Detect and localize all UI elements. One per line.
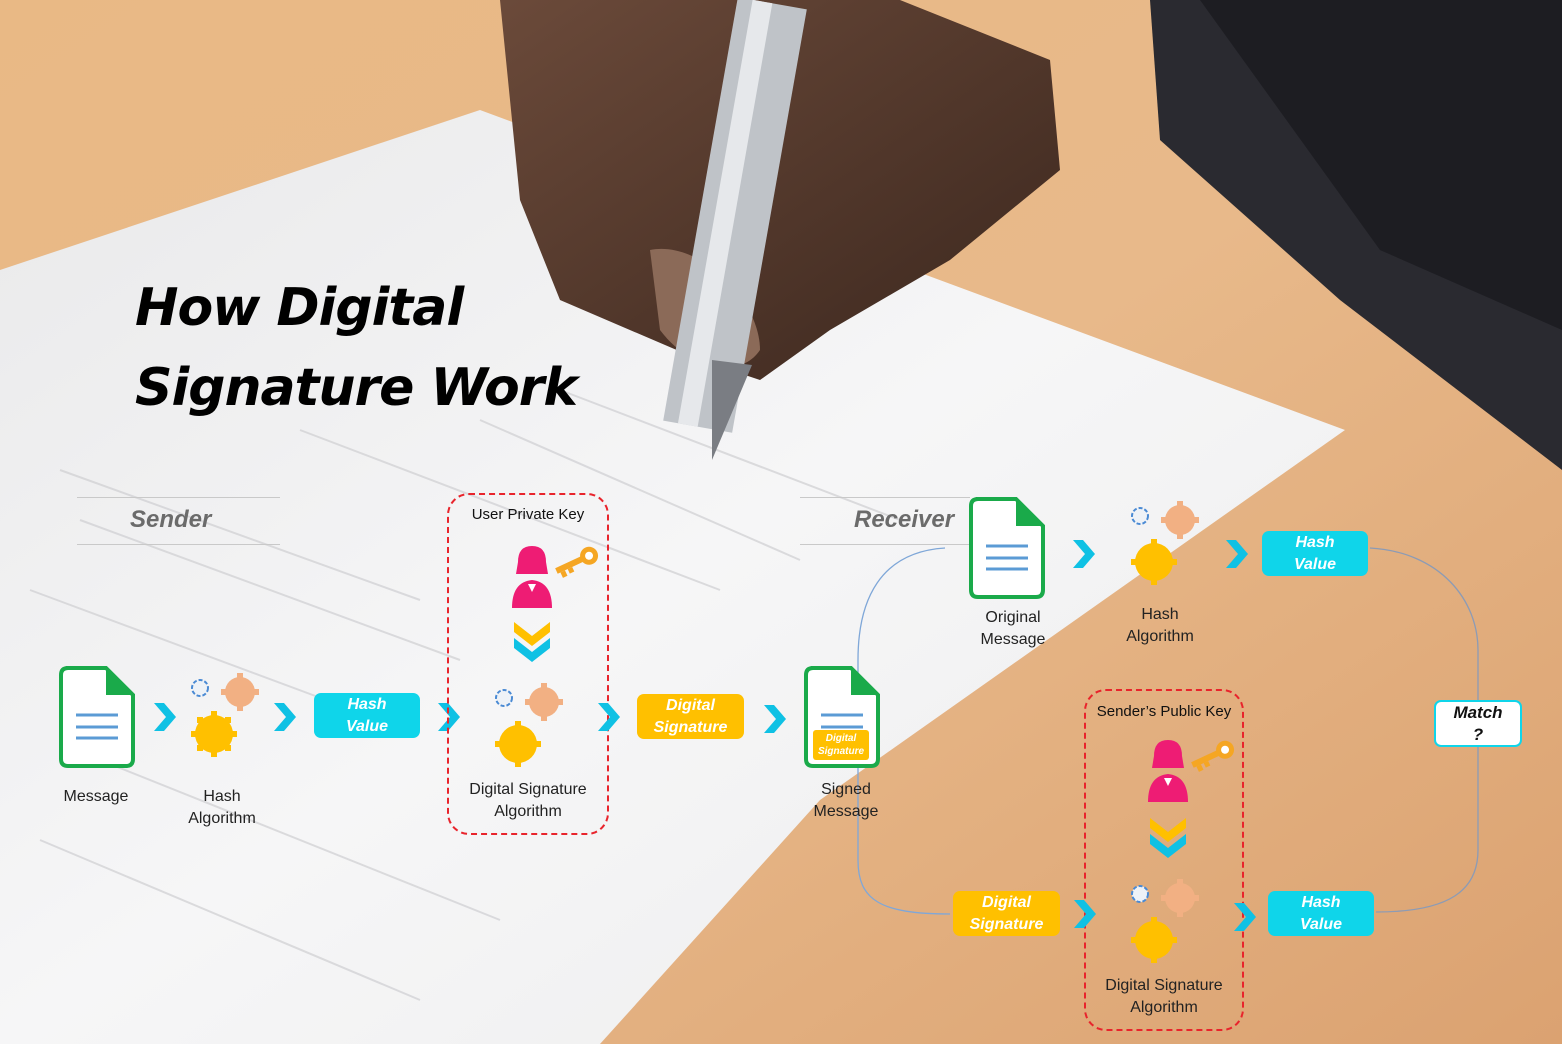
user-icon	[1148, 740, 1188, 802]
signed-message-line1: Signed	[821, 781, 871, 798]
match-line2: ?	[1472, 724, 1484, 744]
flow-connectors	[857, 547, 1479, 915]
original-message-line2: Message	[980, 631, 1046, 648]
badge-line2: Signature	[817, 746, 865, 757]
gears-icon	[495, 683, 563, 767]
hash-value-box: Hash Value	[314, 693, 420, 738]
chevron-right-icon	[598, 703, 620, 731]
hash-algorithm-label-line2: Algorithm	[188, 810, 256, 827]
original-message-label: Original Message	[963, 607, 1063, 651]
hash-value-bottom-line2: Value	[1299, 915, 1343, 933]
chevron-down-icon	[1150, 818, 1186, 858]
hash-algorithm-label: Hash Algorithm	[172, 786, 272, 830]
hash-value-top-line2: Value	[1293, 555, 1337, 573]
digital-signature-box: Digital Signature	[637, 694, 744, 739]
dsa-label-line2: Algorithm	[494, 803, 562, 820]
hash-algorithm-label-line1: Hash	[203, 788, 241, 805]
chevron-right-icon	[154, 703, 176, 731]
key-icon	[1191, 740, 1235, 772]
chevron-right-icon	[1073, 540, 1095, 568]
user-with-key-icon	[1148, 740, 1235, 802]
key-icon	[555, 546, 599, 578]
receiver-digital-signature-box: Digital Signature	[953, 891, 1060, 936]
chevron-down-icon	[514, 622, 550, 662]
chevron-right-icon	[764, 705, 786, 733]
receiver-hash-algorithm-label: Hash Algorithm	[1110, 604, 1210, 648]
match-line1: Match	[1453, 702, 1503, 722]
receiver-hash-algorithm-line1: Hash	[1141, 606, 1179, 623]
chevron-right-icon	[1234, 903, 1256, 931]
receiver-hash-value-bottom: Hash Value	[1268, 891, 1374, 936]
user-icon	[512, 546, 552, 608]
gears-icon	[1131, 501, 1199, 585]
match-box: Match?	[1434, 700, 1522, 747]
hash-value-line1: Hash	[347, 695, 387, 713]
gears-icon	[1131, 879, 1199, 963]
message-label: Message	[63, 788, 129, 805]
dsa-label-line1: Digital Signature	[469, 781, 587, 798]
chevron-right-icon	[274, 703, 296, 731]
user-with-key-icon	[512, 546, 599, 608]
signed-message-label: Signed Message	[796, 779, 896, 823]
receiver-dsa-line1: Digital Signature	[1105, 977, 1223, 994]
user-private-key-label: User Private Key	[471, 506, 585, 523]
document-icon	[59, 666, 135, 768]
badge-line1: Digital	[825, 733, 857, 744]
receiver-dsa-line2: Algorithm	[1130, 999, 1198, 1016]
hash-value-bottom-line1: Hash	[1301, 893, 1341, 911]
hash-value-line2: Value	[345, 717, 389, 735]
signed-message-line2: Message	[813, 803, 879, 820]
chevron-right-icon	[1074, 900, 1096, 928]
signed-doc-badge: Digital Signature	[813, 730, 869, 760]
receiver-digital-signature-line1: Digital	[982, 893, 1031, 911]
receiver-dsa-label: Digital Signature Algorithm	[1084, 975, 1244, 1019]
receiver-hash-algorithm-line2: Algorithm	[1126, 628, 1194, 645]
original-message-line1: Original	[985, 609, 1041, 626]
receiver-digital-signature-line2: Signature	[969, 915, 1044, 933]
chevron-right-icon	[1226, 540, 1248, 568]
digital-signature-algorithm-label: Digital Signature Algorithm	[447, 779, 609, 823]
senders-public-key-label: Sender’s Public Key	[1096, 703, 1232, 720]
digital-signature-line2: Signature	[653, 718, 728, 736]
digital-signature-line1: Digital	[666, 696, 715, 714]
gears-icon	[191, 673, 259, 757]
original-document-icon	[969, 497, 1045, 599]
hash-value-top-line1: Hash	[1295, 533, 1335, 551]
receiver-hash-value-top: Hash Value	[1262, 531, 1368, 576]
